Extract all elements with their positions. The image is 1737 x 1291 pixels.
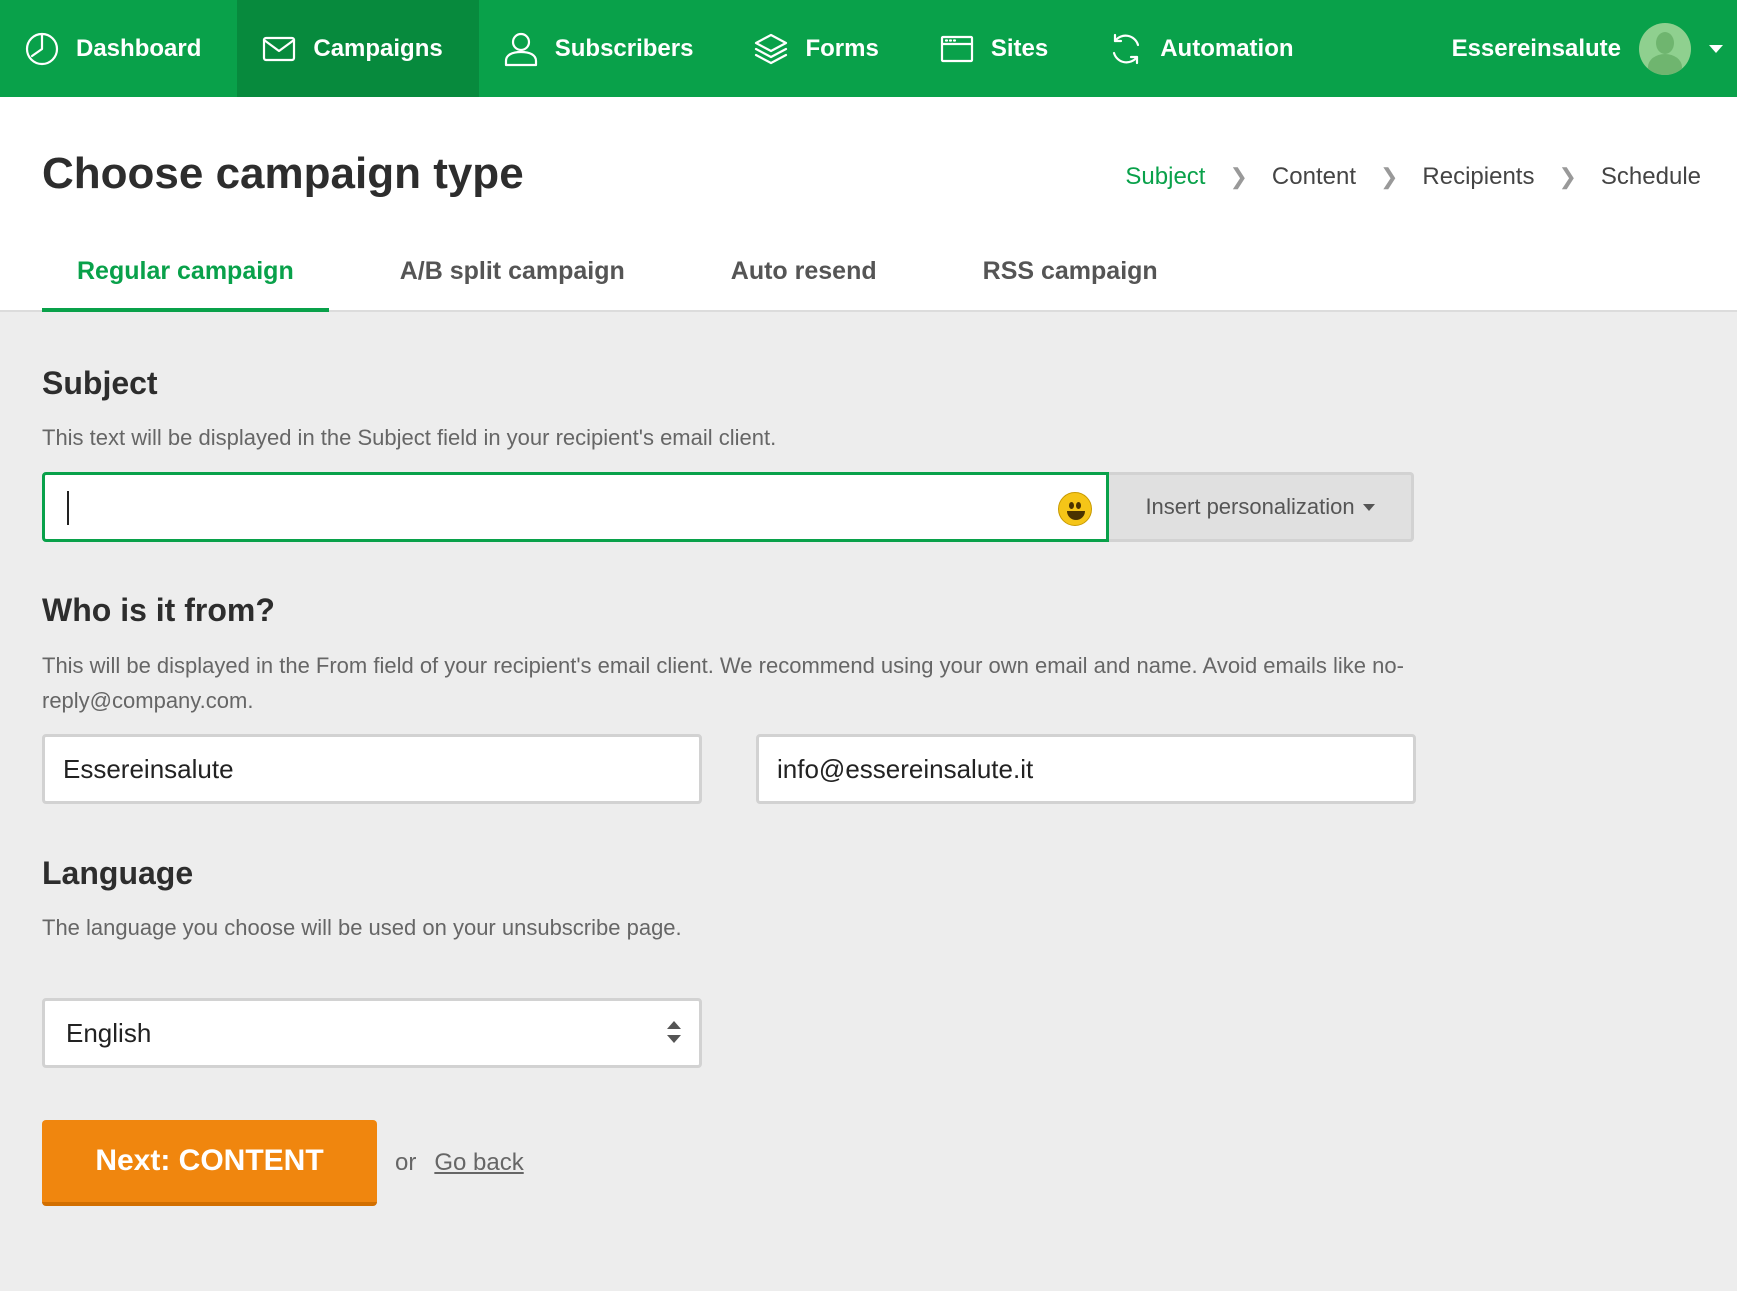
user-menu[interactable]: Essereinsalute xyxy=(1452,0,1737,97)
top-navigation: Dashboard Campaigns Subscribers Forms Si… xyxy=(0,0,1737,97)
nav-subscribers-label: Subscribers xyxy=(554,34,694,62)
from-help-text: This will be displayed in the From field… xyxy=(42,653,1404,713)
nav-automation-label: Automation xyxy=(1160,34,1294,62)
nav-forms-label: Forms xyxy=(805,34,879,62)
tab-auto-resend[interactable]: Auto resend xyxy=(696,234,912,312)
nav-sites[interactable]: Sites xyxy=(915,0,1084,97)
smiley-emoji-icon[interactable] xyxy=(1058,492,1092,526)
chevron-down-icon xyxy=(1709,44,1723,53)
nav-campaigns[interactable]: Campaigns xyxy=(237,0,479,97)
from-row: Essereinsalute info@essereinsalute.it xyxy=(42,734,1416,804)
user-name: Essereinsalute xyxy=(1451,34,1621,62)
refresh-icon xyxy=(1108,31,1144,67)
breadcrumb-schedule[interactable]: Schedule xyxy=(1601,163,1701,191)
from-email-field[interactable]: info@essereinsalute.it xyxy=(756,734,1416,804)
nav-subscribers[interactable]: Subscribers xyxy=(479,0,730,97)
avatar xyxy=(1639,22,1691,75)
subject-help-text: This text will be displayed in the Subje… xyxy=(42,425,777,450)
text-cursor xyxy=(67,491,69,525)
from-name-field[interactable]: Essereinsalute xyxy=(42,734,702,804)
tab-ab-split-campaign[interactable]: A/B split campaign xyxy=(365,234,660,312)
breadcrumb-subject[interactable]: Subject xyxy=(1125,163,1205,191)
chevron-right-icon: ❯ xyxy=(1558,164,1577,189)
go-back-link[interactable]: Go back xyxy=(434,1149,523,1177)
nav-dashboard-label: Dashboard xyxy=(76,34,202,62)
breadcrumb: Subject ❯ Content ❯ Recipients ❯ Schedul… xyxy=(1125,163,1701,191)
language-selected-value: English xyxy=(66,1017,152,1048)
breadcrumb-content[interactable]: Content xyxy=(1272,163,1356,191)
insert-personalization-label: Insert personalization xyxy=(1145,494,1355,519)
insert-personalization-button[interactable]: Insert personalization xyxy=(1109,472,1414,542)
user-icon xyxy=(503,31,539,67)
or-text: or xyxy=(395,1149,417,1176)
select-arrows-icon xyxy=(667,1021,681,1047)
page-header: Choose campaign type Subject ❯ Content ❯… xyxy=(0,97,1737,312)
nav-automation[interactable]: Automation xyxy=(1084,0,1329,97)
next-content-button[interactable]: Next: CONTENT xyxy=(42,1120,377,1206)
breadcrumb-recipients[interactable]: Recipients xyxy=(1422,163,1534,191)
language-help-text: The language you choose will be used on … xyxy=(42,915,682,940)
tab-regular-campaign[interactable]: Regular campaign xyxy=(42,234,329,312)
subject-input[interactable] xyxy=(45,475,1005,539)
clock-icon xyxy=(24,31,60,67)
chevron-right-icon: ❯ xyxy=(1229,164,1248,189)
language-heading: Language xyxy=(42,855,194,891)
subject-heading: Subject xyxy=(42,365,158,401)
nav-sites-label: Sites xyxy=(990,34,1049,62)
browser-icon xyxy=(939,31,975,67)
caret-down-icon xyxy=(1362,503,1375,511)
envelope-icon xyxy=(261,31,297,67)
layers-icon xyxy=(753,31,789,67)
subject-row: Insert personalization xyxy=(42,472,1414,542)
campaign-type-tabs: Regular campaign A/B split campaign Auto… xyxy=(42,234,1229,312)
page-title: Choose campaign type xyxy=(42,149,524,198)
nav-dashboard[interactable]: Dashboard xyxy=(0,0,237,97)
language-select[interactable]: English xyxy=(42,998,702,1068)
nav-campaigns-label: Campaigns xyxy=(313,34,443,62)
subject-field[interactable] xyxy=(42,472,1109,542)
tab-rss-campaign[interactable]: RSS campaign xyxy=(948,234,1193,312)
nav-forms[interactable]: Forms xyxy=(729,0,914,97)
chevron-right-icon: ❯ xyxy=(1379,164,1399,189)
from-heading: Who is it from? xyxy=(42,592,275,628)
form-actions: Next: CONTENT or Go back xyxy=(42,1120,524,1206)
